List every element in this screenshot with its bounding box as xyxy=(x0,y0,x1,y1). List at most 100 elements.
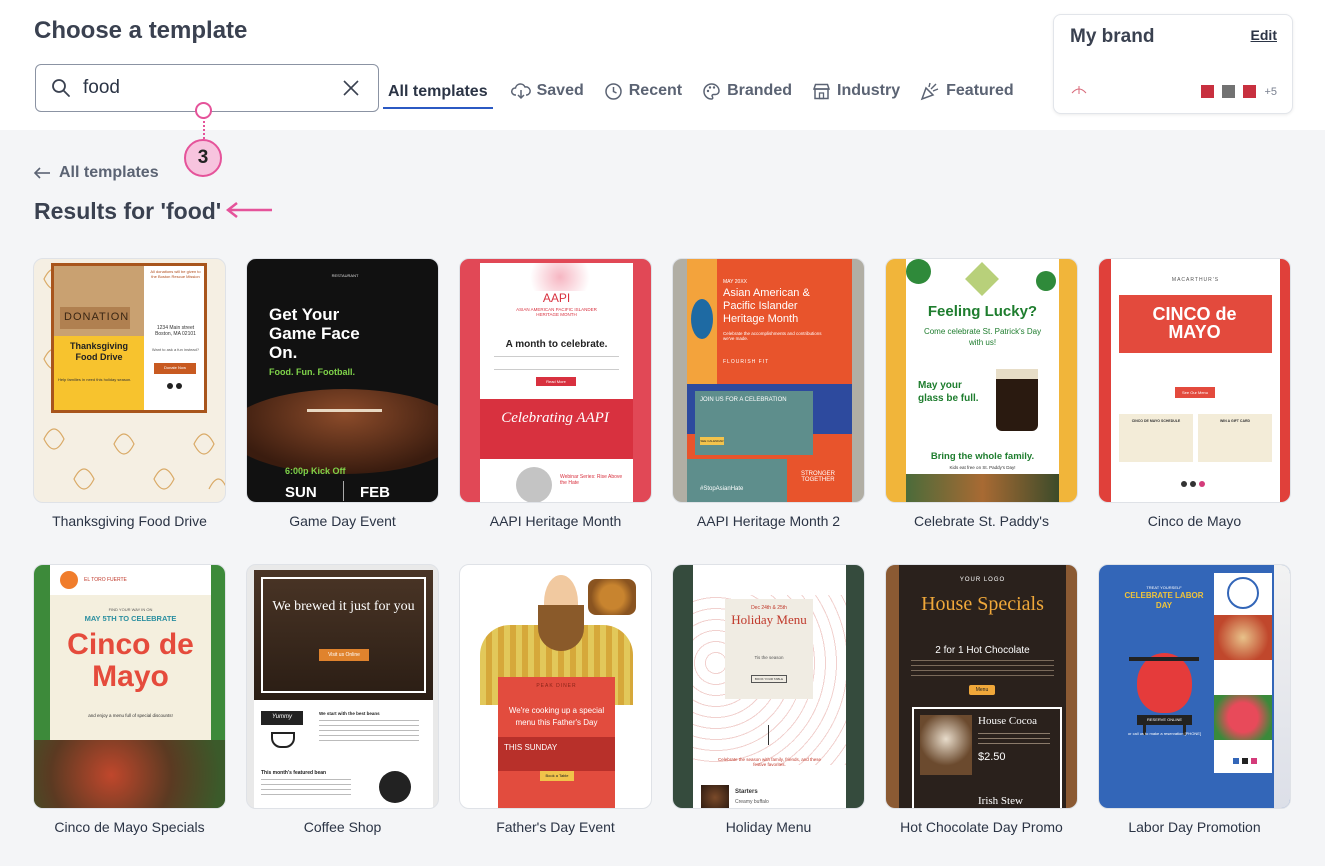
thumb-text: EL TORO FUERTE xyxy=(84,577,127,583)
tab-industry[interactable]: Industry xyxy=(812,76,900,106)
thumb-text: RESTAURANT xyxy=(331,273,359,278)
thumb-text: Celebrate the season with family, friend… xyxy=(718,757,821,767)
template-thumbnail: RESTAURANT Get Your Game Face On. Food. … xyxy=(246,258,439,503)
tab-recent[interactable]: Recent xyxy=(604,76,682,106)
tab-label: Recent xyxy=(628,82,683,99)
thumb-text: Irish Stew xyxy=(978,795,1023,807)
thumb-text: STRONGER TOGETHER xyxy=(800,471,835,483)
template-card-fathers-day-event[interactable]: PEAK DINER We're cooking up a special me… xyxy=(459,564,652,835)
thumb-text: A month to celebrate. xyxy=(505,339,608,350)
arrow-left-icon xyxy=(33,167,50,179)
thumb-text: TREAT YOURSELF xyxy=(1146,585,1182,590)
thumb-text: See Our Menu xyxy=(1181,389,1208,395)
thumb-text: We're cooking up a special menu this Fat… xyxy=(508,706,605,727)
tab-all-templates[interactable]: All templates xyxy=(383,76,493,109)
close-icon[interactable] xyxy=(342,79,360,97)
thumb-text: 6:00p Kick Off xyxy=(285,466,346,476)
template-card-aapi-heritage-month[interactable]: AAPI ASIAN AMERICAN PACIFIC ISLANDER HER… xyxy=(459,258,652,529)
thumb-text: Read More xyxy=(546,378,566,384)
template-card-cinco-de-mayo-specials[interactable]: EL TORO FUERTE FIND YOUR WAY IN ON MAY 5… xyxy=(33,564,226,835)
template-thumbnail: YOUR LOGO House Specials 2 for 1 Hot Cho… xyxy=(885,564,1078,809)
template-thumbnail: AAPI ASIAN AMERICAN PACIFIC ISLANDER HER… xyxy=(459,258,652,503)
thumb-text: MACARTHUR'S xyxy=(1171,277,1220,283)
template-thumbnail: MACARTHUR'S CINCO de MAYO See Our Menu C… xyxy=(1098,258,1291,503)
tab-saved[interactable]: Saved xyxy=(510,76,584,106)
thumb-text: Book a Table xyxy=(545,773,569,778)
template-thumbnail: TREAT YOURSELF CELEBRATE LABOR DAY RESER… xyxy=(1098,564,1291,809)
thumb-text: Asian American & Pacific Islander Herita… xyxy=(723,287,810,325)
back-to-all-templates-link[interactable]: All templates xyxy=(33,164,159,182)
template-caption: Holiday Menu xyxy=(725,819,812,835)
template-caption: Cinco de Mayo Specials xyxy=(54,819,205,835)
template-thumbnail: DONATION Thanksgiving Food Drive All don… xyxy=(33,258,226,503)
template-card-labor-day-promotion[interactable]: TREAT YOURSELF CELEBRATE LABOR DAY RESER… xyxy=(1098,564,1291,835)
thumb-text: Get Your Game Face On. xyxy=(269,305,360,362)
thumb-text: YOUR LOGO xyxy=(959,577,1006,583)
search-icon xyxy=(52,79,70,97)
thumb-text: Starters xyxy=(735,789,758,795)
thumb-text: Feeling Lucky? xyxy=(927,303,1038,320)
thumb-text: MAY 20XX xyxy=(723,279,747,285)
thumb-text: $2.50 xyxy=(978,751,1006,763)
template-card-hot-chocolate-day-promo[interactable]: YOUR LOGO House Specials 2 for 1 Hot Cho… xyxy=(885,564,1078,835)
template-thumbnail: MAY 20XX Asian American & Pacific Island… xyxy=(672,258,865,503)
party-popper-icon xyxy=(920,82,939,100)
brand-color-swatch xyxy=(1243,85,1256,98)
template-card-thanksgiving-food-drive[interactable]: DONATION Thanksgiving Food Drive All don… xyxy=(33,258,226,529)
palette-icon xyxy=(703,82,720,100)
tab-label: All templates xyxy=(388,82,488,100)
template-thumbnail: Feeling Lucky? Come celebrate St. Patric… xyxy=(885,258,1078,503)
thumb-text: MAY 5TH TO CELEBRATE xyxy=(84,614,177,623)
thumb-text: DONATION xyxy=(64,311,130,323)
thumb-text: Holiday Menu xyxy=(731,612,807,627)
thumb-text: Celebrate the accomplishments and contri… xyxy=(723,331,822,341)
template-card-celebrate-st-paddys[interactable]: Feeling Lucky? Come celebrate St. Patric… xyxy=(885,258,1078,529)
thumb-text: House Specials xyxy=(921,593,1044,615)
template-card-game-day-event[interactable]: RESTAURANT Get Your Game Face On. Food. … xyxy=(246,258,439,529)
callout-anchor xyxy=(195,102,212,119)
template-caption: Labor Day Promotion xyxy=(1128,819,1261,835)
template-card-aapi-heritage-month-2[interactable]: MAY 20XX Asian American & Pacific Island… xyxy=(672,258,865,529)
search-input[interactable] xyxy=(83,75,333,101)
thumb-text: PEAK DINER xyxy=(536,683,577,689)
template-caption: Father's Day Event xyxy=(496,819,615,835)
thumb-text: FIND YOUR WAY IN ON xyxy=(108,607,153,612)
thumb-text: Visit us Online xyxy=(328,651,360,658)
results-heading: Results for 'food' xyxy=(34,198,222,224)
thumb-text: Cinco de Mayo xyxy=(67,628,194,693)
template-thumbnail: PEAK DINER We're cooking up a special me… xyxy=(459,564,652,809)
thumb-text: Want to ask a fun instead? xyxy=(151,347,200,352)
my-brand-panel: My brand Edit +5 xyxy=(1053,14,1293,114)
edit-brand-link[interactable]: Edit xyxy=(1251,27,1277,43)
thumb-text: or call us to make a reservation [PHONE] xyxy=(1127,731,1202,736)
thumb-text: Help families in need this holiday seaso… xyxy=(58,377,132,382)
thumb-text: CINCO de MAYO xyxy=(1152,304,1237,342)
tab-branded[interactable]: Branded xyxy=(702,76,792,106)
template-thumbnail: We brewed it just for you Visit us Onlin… xyxy=(246,564,439,809)
thumb-text: BOOK YOUR TABLE xyxy=(754,676,784,681)
template-card-holiday-menu[interactable]: Dec 24th & 25th Holiday Menu Tis the sea… xyxy=(672,564,865,835)
thumb-text: We start with the best beans xyxy=(319,711,380,716)
template-card-coffee-shop[interactable]: We brewed it just for you Visit us Onlin… xyxy=(246,564,439,835)
thumb-text: WIN A GIFT CARD xyxy=(1219,419,1251,423)
tab-featured[interactable]: Featured xyxy=(920,76,1014,106)
thumb-text: Bring the whole family. xyxy=(930,451,1035,462)
thumb-text: THIS SUNDAY xyxy=(504,743,558,752)
tab-label: Featured xyxy=(946,82,1014,99)
brand-logo-icon xyxy=(1071,86,1087,94)
thumb-text: Kids eat free on St. Paddy's Day! xyxy=(949,465,1016,470)
thumb-text: SEE CALENDAR xyxy=(700,439,724,443)
template-thumbnail: EL TORO FUERTE FIND YOUR WAY IN ON MAY 5… xyxy=(33,564,226,809)
thumb-text: #StopAsianHate xyxy=(700,486,744,492)
tab-label: Saved xyxy=(536,82,584,99)
template-card-cinco-de-mayo[interactable]: MACARTHUR'S CINCO de MAYO See Our Menu C… xyxy=(1098,258,1291,529)
page-title: Choose a template xyxy=(34,17,248,44)
thumb-text: Tis the season xyxy=(754,655,784,660)
thumb-text: We brewed it just for you xyxy=(272,599,415,614)
thumb-text: SUN xyxy=(285,484,317,501)
thumb-text: AAPI xyxy=(542,291,571,305)
thumb-text: Dec 24th & 25th xyxy=(751,605,787,611)
thumb-text: Webinar Series: Rise Above the Hate xyxy=(560,474,623,486)
callout-connector xyxy=(203,117,205,139)
thumb-text: FLOURISH FIT xyxy=(723,359,770,365)
